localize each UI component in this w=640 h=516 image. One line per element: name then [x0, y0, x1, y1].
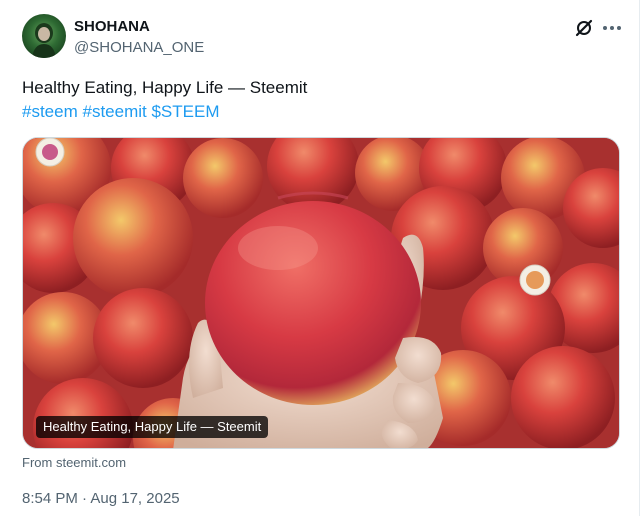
- more-icon: [603, 26, 621, 30]
- display-name[interactable]: SHOHANA: [74, 18, 150, 35]
- hashtag-steem[interactable]: #steem: [22, 102, 78, 121]
- tweet-text: Healthy Eating, Happy Life — Steemit #st…: [22, 76, 612, 124]
- link-card[interactable]: Healthy Eating, Happy Life — Steemit: [22, 137, 620, 449]
- card-image: [23, 138, 619, 448]
- source-prefix: From: [22, 455, 53, 470]
- timestamp: 8:54 PM · Aug 17, 2025: [22, 490, 180, 507]
- hashtag-steemit[interactable]: #steemit: [82, 102, 146, 121]
- user-handle[interactable]: @SHOHANA_ONE: [74, 39, 204, 56]
- tweet-header: SHOHANA @SHOHANA_ONE: [22, 14, 622, 60]
- meta-separator: ·: [82, 490, 88, 507]
- grok-button[interactable]: [573, 17, 595, 39]
- tweet-text-line: Healthy Eating, Happy Life — Steemit: [22, 78, 308, 97]
- cashtag-steem[interactable]: $STEEM: [151, 102, 219, 121]
- source-domain-link[interactable]: steemit.com: [56, 455, 126, 470]
- tweet-time[interactable]: 8:54 PM: [22, 490, 78, 507]
- card-caption: Healthy Eating, Happy Life — Steemit: [36, 416, 269, 438]
- tweet: SHOHANA @SHOHANA_ONE Healthy Eating, Hap…: [0, 0, 640, 516]
- source-line: From steemit.com: [22, 455, 126, 470]
- grok-icon: [575, 19, 593, 37]
- tweet-date[interactable]: Aug 17, 2025: [90, 490, 179, 507]
- more-button[interactable]: [600, 17, 624, 39]
- avatar[interactable]: [22, 14, 66, 58]
